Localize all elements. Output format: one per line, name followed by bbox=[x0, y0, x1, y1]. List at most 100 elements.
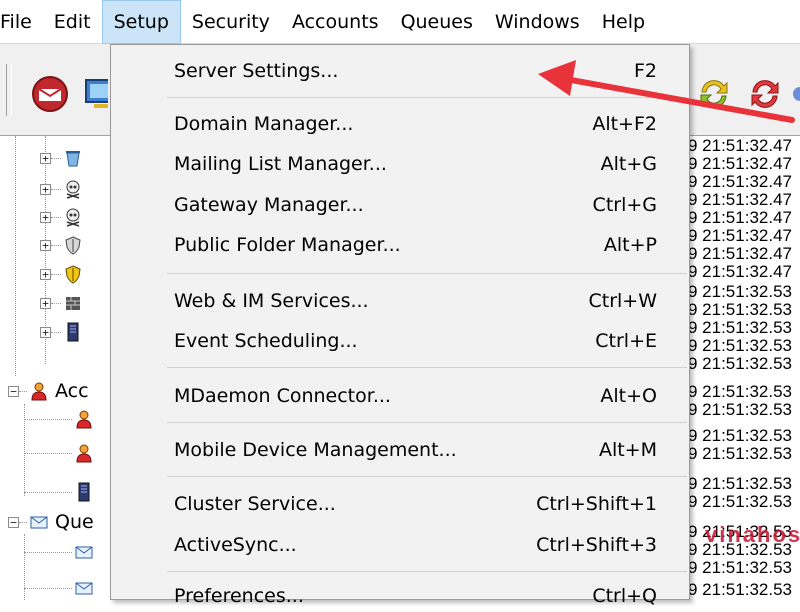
toolbar-overflow-icon[interactable] bbox=[792, 74, 800, 114]
menu-item-public-folder-manager[interactable]: Public Folder Manager... Alt+P bbox=[111, 229, 689, 261]
menu-item-event-scheduling[interactable]: Event Scheduling... Ctrl+E bbox=[111, 325, 689, 357]
skull-icon bbox=[63, 179, 83, 199]
log-line: 9 21:51:32.53 bbox=[688, 300, 792, 319]
tree-item[interactable] bbox=[24, 480, 94, 504]
menu-item-label: MDaemon Connector... bbox=[174, 385, 391, 407]
tree-item[interactable]: + bbox=[40, 320, 83, 344]
log-line: 9 21:51:32.53 bbox=[688, 444, 792, 463]
menu-item-label: Public Folder Manager... bbox=[174, 234, 401, 256]
menu-bar: File Edit Setup Security Accounts Queues… bbox=[0, 0, 800, 44]
envelope-icon bbox=[29, 512, 49, 532]
menu-item-shortcut: Alt+M bbox=[598, 439, 657, 461]
log-line: 9 21:51:32.47 bbox=[688, 226, 792, 245]
log-line: 9 21:51:32.47 bbox=[688, 190, 792, 209]
menu-item-shortcut: Alt+G bbox=[600, 153, 657, 175]
tree-label: Que bbox=[55, 511, 94, 533]
tree-item[interactable]: + bbox=[40, 146, 83, 170]
tree-item[interactable]: + bbox=[40, 177, 83, 201]
menu-item-cluster-service[interactable]: Cluster Service... Ctrl+Shift+1 bbox=[111, 488, 689, 520]
firewall-icon bbox=[63, 293, 83, 313]
menu-item-shortcut: Ctrl+E bbox=[595, 330, 657, 352]
menu-queues[interactable]: Queues bbox=[390, 0, 484, 44]
menu-separator bbox=[167, 273, 687, 274]
envelope-icon bbox=[74, 578, 94, 598]
log-line: 9 21:51:32.53 bbox=[688, 382, 792, 401]
mail-icon[interactable] bbox=[30, 74, 70, 114]
navigation-tree: + + + + + + + − Acc − Que bbox=[0, 136, 110, 600]
log-line: 9 21:51:32.47 bbox=[688, 172, 792, 191]
log-line: 9 21:51:32.47 bbox=[688, 244, 792, 263]
menu-item-preferences[interactable]: Preferences... Ctrl+Q bbox=[111, 580, 689, 612]
tree-item[interactable] bbox=[24, 540, 94, 564]
log-line: 9 21:51:32.53 bbox=[688, 282, 792, 301]
tree-label: Acc bbox=[55, 380, 89, 402]
menu-item-shortcut: Ctrl+G bbox=[592, 194, 657, 216]
shield-icon bbox=[63, 235, 83, 255]
trash-icon bbox=[63, 148, 83, 168]
tree-item[interactable]: + bbox=[40, 262, 83, 286]
expand-icon[interactable]: + bbox=[40, 297, 51, 309]
menu-setup[interactable]: Setup bbox=[101, 0, 181, 44]
menu-item-gateway-manager[interactable]: Gateway Manager... Ctrl+G bbox=[111, 189, 689, 221]
skull-icon bbox=[63, 207, 83, 227]
menu-item-mobile-device-management[interactable]: Mobile Device Management... Alt+M bbox=[111, 434, 689, 466]
menu-separator bbox=[167, 571, 687, 572]
menu-windows[interactable]: Windows bbox=[484, 0, 591, 44]
menu-item-web-im-services[interactable]: Web & IM Services... Ctrl+W bbox=[111, 285, 689, 317]
log-line: 9 21:51:32.47 bbox=[688, 154, 792, 173]
menu-separator bbox=[167, 97, 687, 98]
expand-icon[interactable]: + bbox=[40, 326, 51, 338]
menu-item-label: Server Settings... bbox=[174, 60, 339, 82]
refresh-yellow-icon[interactable] bbox=[694, 74, 734, 114]
expand-icon[interactable]: + bbox=[40, 183, 51, 195]
menu-item-label: Cluster Service... bbox=[174, 493, 336, 515]
menu-item-label: Domain Manager... bbox=[174, 113, 354, 135]
menu-item-shortcut: F2 bbox=[633, 60, 657, 82]
toolbar-grip bbox=[6, 64, 12, 116]
menu-item-server-settings[interactable]: Server Settings... F2 bbox=[111, 55, 689, 87]
menu-separator bbox=[167, 367, 687, 368]
expand-icon[interactable]: + bbox=[40, 211, 51, 223]
watermark-logo: vinahost bbox=[705, 522, 800, 547]
menu-item-label: Gateway Manager... bbox=[174, 194, 364, 216]
log-line: 9 21:51:32.53 bbox=[688, 492, 792, 511]
expand-icon[interactable]: + bbox=[40, 239, 51, 251]
menu-separator bbox=[167, 476, 687, 477]
log-line: 9 21:51:32.47 bbox=[688, 136, 792, 155]
tree-item-accounts[interactable]: − Acc bbox=[8, 379, 89, 403]
menu-accounts[interactable]: Accounts bbox=[281, 0, 390, 44]
expand-icon[interactable]: + bbox=[40, 268, 51, 280]
tree-item[interactable] bbox=[24, 407, 94, 431]
log-line: 9 21:51:32.53 bbox=[688, 580, 792, 599]
expand-icon[interactable]: + bbox=[40, 152, 51, 164]
menu-item-mailing-list-manager[interactable]: Mailing List Manager... Alt+G bbox=[111, 148, 689, 180]
user-icon bbox=[74, 409, 94, 429]
collapse-icon[interactable]: − bbox=[8, 516, 19, 528]
menu-item-shortcut: Ctrl+Shift+1 bbox=[536, 493, 657, 515]
menu-edit[interactable]: Edit bbox=[43, 0, 102, 44]
log-line: 9 21:51:32.53 bbox=[688, 474, 792, 493]
menu-separator bbox=[167, 422, 687, 423]
menu-item-label: Web & IM Services... bbox=[174, 290, 369, 312]
menu-item-activesync[interactable]: ActiveSync... Ctrl+Shift+3 bbox=[111, 529, 689, 561]
tree-item[interactable]: + bbox=[40, 291, 83, 315]
menu-file[interactable]: File bbox=[0, 0, 43, 44]
computer-icon[interactable] bbox=[82, 74, 108, 114]
tree-item[interactable]: + bbox=[40, 233, 83, 257]
menu-help[interactable]: Help bbox=[591, 0, 656, 44]
collapse-icon[interactable]: − bbox=[8, 385, 19, 397]
log-line: 9 21:51:32.53 bbox=[688, 426, 792, 445]
tree-item[interactable]: + bbox=[40, 205, 83, 229]
menu-security[interactable]: Security bbox=[181, 0, 281, 44]
tree-item[interactable] bbox=[24, 576, 94, 600]
tree-item[interactable] bbox=[24, 441, 94, 465]
menu-item-domain-manager[interactable]: Domain Manager... Alt+F2 bbox=[111, 108, 689, 140]
menu-item-label: Preferences... bbox=[174, 585, 304, 607]
user-icon bbox=[74, 443, 94, 463]
tree-item-queues[interactable]: − Que bbox=[8, 510, 94, 534]
refresh-red-icon[interactable] bbox=[745, 74, 785, 114]
shield-yellow-icon bbox=[63, 264, 83, 284]
menu-item-mdaemon-connector[interactable]: MDaemon Connector... Alt+O bbox=[111, 380, 689, 412]
server-icon bbox=[74, 482, 94, 502]
menu-item-shortcut: Alt+P bbox=[603, 234, 657, 256]
